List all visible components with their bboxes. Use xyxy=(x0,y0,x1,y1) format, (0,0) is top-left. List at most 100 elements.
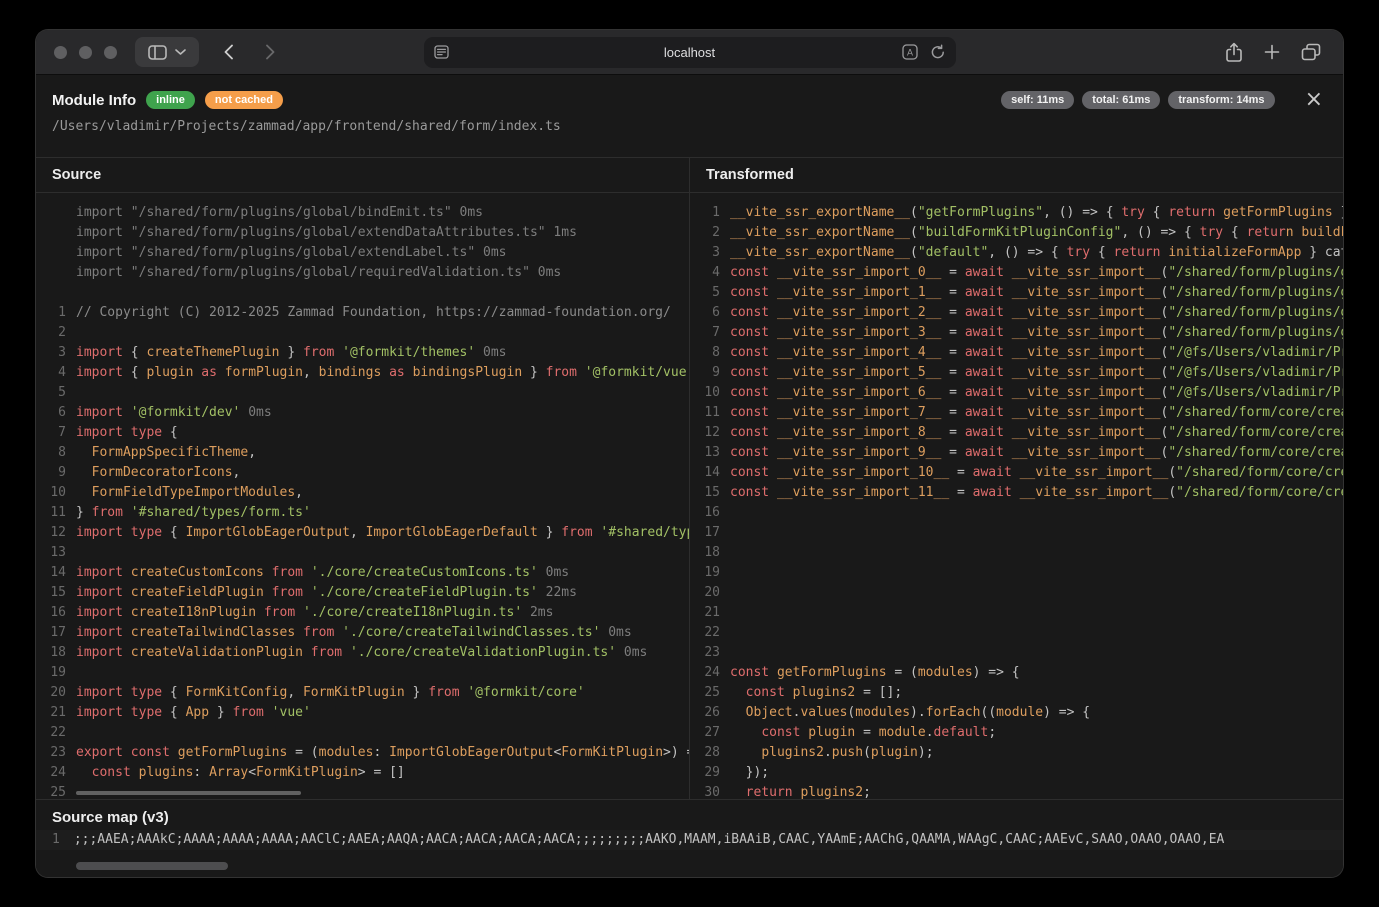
translate-icon[interactable]: A xyxy=(902,44,918,60)
module-file-path: /Users/vladimir/Projects/zammad/app/fron… xyxy=(52,119,1325,134)
line-number: 8 xyxy=(44,443,66,463)
line-number: 19 xyxy=(44,663,66,683)
line-number: 23 xyxy=(44,743,66,763)
line-content: const __vite_ssr_import_9__ = await __vi… xyxy=(730,443,1343,463)
line-number: 8 xyxy=(698,343,720,363)
line-content: export const getFormPlugins = (modules: … xyxy=(76,743,689,763)
back-icon xyxy=(224,44,233,60)
code-line: 9 FormDecoratorIcons, xyxy=(44,463,689,483)
page-horizontal-scrollbar-thumb[interactable] xyxy=(76,862,228,870)
minimize-window-button[interactable] xyxy=(79,46,92,59)
line-number xyxy=(44,243,66,263)
code-line: 5 xyxy=(44,383,689,403)
svg-text:A: A xyxy=(906,47,912,57)
timing-pill-self: self: 11ms xyxy=(1001,91,1074,109)
line-number: 2 xyxy=(698,223,720,243)
code-line: 4import { plugin as formPlugin, bindings… xyxy=(44,363,689,383)
transformed-code-view[interactable]: 1__vite_ssr_exportName__("getFormPlugins… xyxy=(690,193,1343,799)
code-line: 28 plugins2.push(plugin); xyxy=(698,743,1343,763)
line-number: 4 xyxy=(698,263,720,283)
line-content: const plugins: Array<FormKitPlugin> = [] xyxy=(76,763,405,783)
forward-button[interactable] xyxy=(257,37,283,67)
line-content: const __vite_ssr_import_4__ = await __vi… xyxy=(730,343,1343,363)
line-content: const getFormPlugins = (modules) => { xyxy=(730,663,1020,683)
share-button[interactable] xyxy=(1225,42,1243,63)
line-content: import '@formkit/dev' 0ms xyxy=(76,403,272,423)
code-line: 10 FormFieldTypeImportModules, xyxy=(44,483,689,503)
line-number: 21 xyxy=(698,603,720,623)
close-window-button[interactable] xyxy=(54,46,67,59)
line-content: const __vite_ssr_import_11__ = await __v… xyxy=(730,483,1343,503)
tab-overview-button[interactable] xyxy=(1301,43,1321,61)
line-number: 10 xyxy=(44,483,66,503)
line-number: 13 xyxy=(698,443,720,463)
code-line: 7const __vite_ssr_import_3__ = await __v… xyxy=(698,323,1343,343)
line-content: import "/shared/form/plugins/global/bind… xyxy=(76,203,483,223)
line-content: plugins2.push(plugin); xyxy=(730,743,934,763)
line-content: const __vite_ssr_import_5__ = await __vi… xyxy=(730,363,1343,383)
line-content: const __vite_ssr_import_2__ = await __vi… xyxy=(730,303,1343,323)
code-line: 19 xyxy=(44,663,689,683)
code-line: 14import createCustomIcons from './core/… xyxy=(44,563,689,583)
line-number: 9 xyxy=(698,363,720,383)
code-line: 24 const plugins: Array<FormKitPlugin> =… xyxy=(44,763,689,783)
line-number xyxy=(44,223,66,243)
code-line: 20import type { FormKitConfig, FormKitPl… xyxy=(44,683,689,703)
line-number: 1 xyxy=(698,203,720,223)
line-number: 4 xyxy=(44,363,66,383)
code-line: 4const __vite_ssr_import_0__ = await __v… xyxy=(698,263,1343,283)
line-content: const plugin = module.default; xyxy=(730,723,996,743)
line-content: const __vite_ssr_import_10__ = await __v… xyxy=(730,463,1343,483)
status-badge-not-cached: not cached xyxy=(205,91,283,109)
line-number: 11 xyxy=(698,403,720,423)
reload-icon[interactable] xyxy=(930,44,946,60)
code-line: 22 xyxy=(44,723,689,743)
sidebar-toggle-button[interactable] xyxy=(135,37,199,67)
code-line: 8 FormAppSpecificTheme, xyxy=(44,443,689,463)
line-number: 22 xyxy=(698,623,720,643)
code-line: 26 Object.values(modules).forEach((modul… xyxy=(698,703,1343,723)
line-number: 25 xyxy=(44,783,66,799)
new-tab-button[interactable] xyxy=(1263,43,1281,61)
line-number: 16 xyxy=(698,503,720,523)
code-line: 17import createTailwindClasses from './c… xyxy=(44,623,689,643)
line-content: import "/shared/form/plugins/global/exte… xyxy=(76,243,506,263)
line-number: 3 xyxy=(698,243,720,263)
line-content: __vite_ssr_exportName__("buildFormKitPlu… xyxy=(730,223,1343,243)
reader-icon[interactable] xyxy=(434,45,449,59)
line-number: 5 xyxy=(698,283,720,303)
line-content: import type { xyxy=(76,423,178,443)
line-content: import "/shared/form/plugins/global/requ… xyxy=(76,263,561,283)
line-number: 30 xyxy=(698,783,720,799)
line-number: 1 xyxy=(44,303,66,323)
status-badge-inline: inline xyxy=(146,91,195,109)
line-content: import createI18nPlugin from './core/cre… xyxy=(76,603,553,623)
sidebar-icon xyxy=(148,45,167,60)
line-number: 3 xyxy=(44,343,66,363)
code-line: 24const getFormPlugins = (modules) => { xyxy=(698,663,1343,683)
close-button[interactable]: × xyxy=(1303,89,1325,111)
line-number: 7 xyxy=(44,423,66,443)
module-info-page: Module Info inline not cached self: 11ms… xyxy=(36,75,1343,877)
screen: localhost A xyxy=(0,0,1379,907)
transformed-panel: Transformed 1__vite_ssr_exportName__("ge… xyxy=(689,158,1343,799)
window-controls xyxy=(54,46,117,59)
code-line: 27 const plugin = module.default; xyxy=(698,723,1343,743)
back-button[interactable] xyxy=(215,37,241,67)
code-line: 6const __vite_ssr_import_2__ = await __v… xyxy=(698,303,1343,323)
address-bar[interactable]: localhost A xyxy=(424,37,956,68)
sourcemap-section: Source map (v3) 1 ;;;AAEA;AAAkC;AAAA;AAA… xyxy=(36,799,1343,855)
source-horizontal-scrollbar[interactable] xyxy=(76,791,301,795)
tab-overview-icon xyxy=(1301,43,1321,61)
zoom-window-button[interactable] xyxy=(104,46,117,59)
line-content: import createFieldPlugin from './core/cr… xyxy=(76,583,577,603)
line-number: 24 xyxy=(44,763,66,783)
code-line: 5const __vite_ssr_import_1__ = await __v… xyxy=(698,283,1343,303)
timing-pill-transform: transform: 14ms xyxy=(1168,91,1274,109)
code-line: 1// Copyright (C) 2012-2025 Zammad Found… xyxy=(44,303,689,323)
code-line: 14 const __vite_ssr_import_10__ = await _… xyxy=(698,463,1343,483)
code-line: 16 xyxy=(698,503,1343,523)
line-number: 14 xyxy=(698,463,720,483)
code-line: 23 xyxy=(698,643,1343,663)
source-code-view[interactable]: import "/shared/form/plugins/global/bind… xyxy=(36,193,689,799)
